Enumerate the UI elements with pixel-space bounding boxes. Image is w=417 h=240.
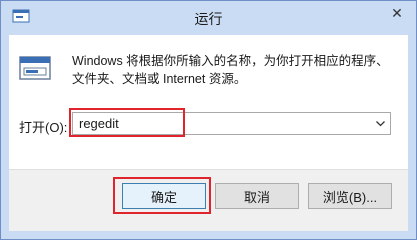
description-line-2: 文件夹、文档或 Internet 资源。 [72,72,247,86]
window-title: 运行 [194,11,223,27]
title-bar[interactable]: 运行 ✕ [1,1,416,35]
run-description: Windows 将根据你所输入的名称，为你打开相应的程序、 文件夹、文档或 In… [72,52,402,88]
open-input[interactable] [73,113,368,134]
run-dialog-icon [18,54,52,84]
browse-button[interactable]: 浏览(B)... [308,183,392,209]
chevron-down-icon[interactable] [370,113,390,134]
close-icon: ✕ [391,5,403,21]
description-line-1: Windows 将根据你所输入的名称，为你打开相应的程序、 [72,54,389,68]
open-label: 打开(O): [19,120,68,135]
close-button[interactable]: ✕ [378,2,416,25]
cancel-button[interactable]: 取消 [215,183,299,209]
ok-button[interactable]: 确定 [122,183,206,209]
open-combobox[interactable] [72,112,391,135]
